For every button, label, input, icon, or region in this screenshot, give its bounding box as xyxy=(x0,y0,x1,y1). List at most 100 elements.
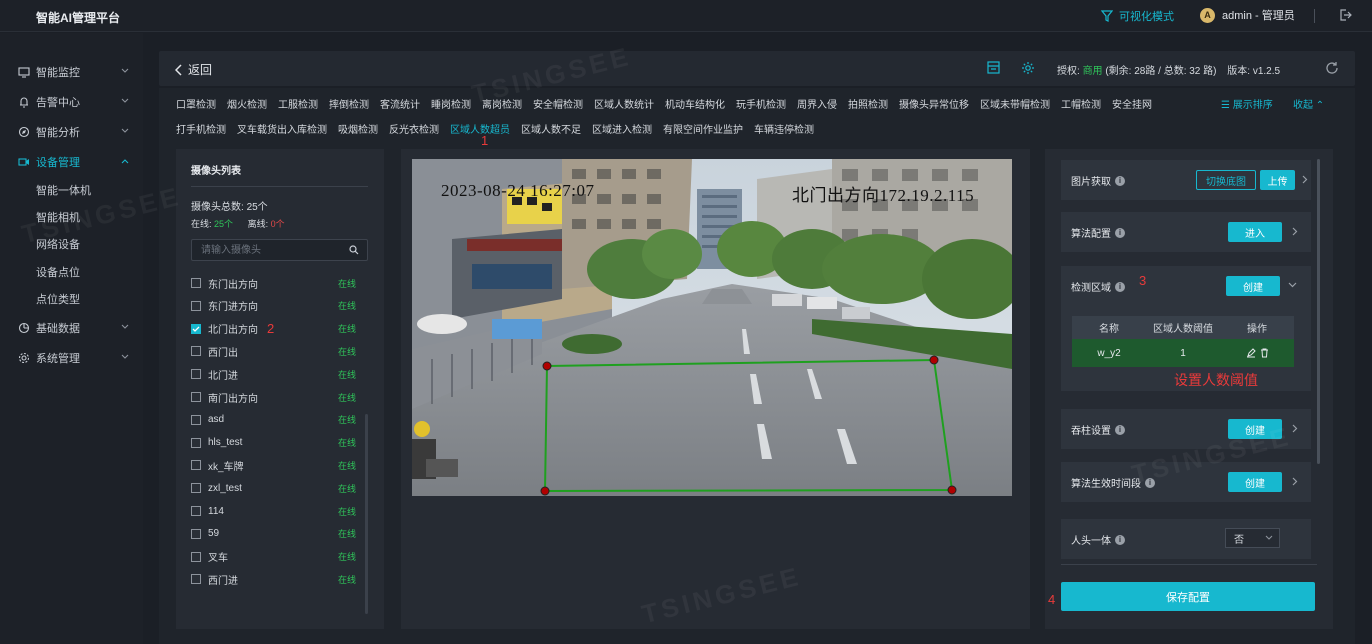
camera-checkbox[interactable] xyxy=(191,369,201,380)
info-icon[interactable]: i xyxy=(1115,424,1125,435)
refresh-icon[interactable] xyxy=(1325,61,1339,78)
info-icon[interactable]: i xyxy=(1115,227,1125,238)
camera-checkbox[interactable] xyxy=(191,528,201,539)
algorithm-tab[interactable]: 客流统计 xyxy=(380,96,420,112)
algorithm-tab[interactable]: 有限空间作业监护 xyxy=(663,121,743,137)
algorithm-tab[interactable]: 区域未带帽检测 xyxy=(980,96,1050,112)
sidebar-subitem-device-point[interactable]: 设备点位 xyxy=(36,261,80,283)
create-area-button[interactable]: 创建 xyxy=(1226,276,1280,296)
camera-list-item[interactable]: 东门进方向 在线 xyxy=(191,298,356,314)
camera-checkbox[interactable] xyxy=(191,323,201,334)
algorithm-tab[interactable]: 叉车载货出入库检测 xyxy=(237,121,327,137)
create-pillar-button[interactable]: 创建 xyxy=(1228,419,1282,439)
info-icon[interactable]: i xyxy=(1115,534,1125,545)
algorithm-tab[interactable]: 车辆违停检测 xyxy=(754,121,814,137)
algorithm-tab[interactable]: 安全挂网 xyxy=(1112,96,1152,112)
camera-checkbox[interactable] xyxy=(191,551,201,562)
algorithm-tab[interactable]: 口罩检测 xyxy=(176,96,216,112)
chevron-right-icon[interactable] xyxy=(1302,175,1308,184)
camera-list-item[interactable]: hls_test 在线 xyxy=(191,435,356,451)
algorithm-tab[interactable]: 打手机检测 xyxy=(176,121,226,137)
camera-checkbox[interactable] xyxy=(191,278,201,288)
algorithm-tab[interactable]: 区域进入检测 xyxy=(592,121,652,137)
camera-list-item[interactable]: zxl_test 在线 xyxy=(191,480,356,496)
camera-list-item[interactable]: 59 在线 xyxy=(191,526,356,542)
algorithm-tab[interactable]: 安全帽检测 xyxy=(533,96,583,112)
algorithm-tab[interactable]: 离岗检测 xyxy=(482,96,522,112)
camera-list-item[interactable]: xk_车牌 在线 xyxy=(191,457,356,473)
chevron-right-icon[interactable] xyxy=(1292,424,1298,433)
upload-button[interactable]: 上传 xyxy=(1260,170,1295,190)
algorithm-tab[interactable]: 烟火检测 xyxy=(227,96,267,112)
algorithm-tab[interactable]: 吸烟检测 xyxy=(338,121,378,137)
algorithm-tab[interactable]: 反光衣检测 xyxy=(389,121,439,137)
sidebar-item-smart-analysis[interactable]: 智能分析 xyxy=(0,119,143,145)
camera-checkbox[interactable] xyxy=(191,300,201,311)
algorithm-tab[interactable]: 摄像头异常位移 xyxy=(899,96,969,112)
camera-list-item[interactable]: asd 在线 xyxy=(191,412,356,428)
camera-list-item[interactable]: 北门进 在线 xyxy=(191,366,356,382)
head-body-select[interactable]: 否 xyxy=(1225,528,1280,548)
logout-icon[interactable] xyxy=(1338,8,1352,25)
camera-checkbox[interactable] xyxy=(191,483,201,494)
sidebar-item-alarm-center[interactable]: 告警中心 xyxy=(0,89,143,115)
enter-button[interactable]: 进入 xyxy=(1228,222,1282,242)
camera-checkbox[interactable] xyxy=(191,414,201,425)
settings-icon[interactable] xyxy=(1021,61,1035,78)
sidebar-subitem-ai-box[interactable]: 智能一体机 xyxy=(36,179,91,201)
algorithm-tab[interactable]: 区域人数统计 xyxy=(594,96,654,112)
camera-video-frame[interactable]: 2023-08-24 16:27:07 北门出方向172.19.2.115 xyxy=(412,159,1012,496)
save-config-button[interactable]: 保存配置 xyxy=(1061,582,1315,611)
algorithm-tab[interactable]: 摔倒检测 xyxy=(329,96,369,112)
algorithm-tab[interactable]: 玩手机检测 xyxy=(736,96,786,112)
camera-list-item[interactable]: 西门进 在线 xyxy=(191,571,356,587)
algorithm-tab[interactable]: 周界入侵 xyxy=(797,96,837,112)
camera-checkbox[interactable] xyxy=(191,437,201,448)
info-icon[interactable]: i xyxy=(1115,281,1125,292)
algorithm-tab[interactable]: 拍照检测 xyxy=(848,96,888,112)
chevron-right-icon[interactable] xyxy=(1292,477,1298,486)
algorithm-tab-selected[interactable]: 区域人数超员 xyxy=(450,121,510,137)
show-sort-link[interactable]: ☰ 展示排序 xyxy=(1221,96,1273,111)
table-row[interactable]: w_y2 1 xyxy=(1072,339,1294,367)
camera-checkbox[interactable] xyxy=(191,460,201,471)
camera-checkbox[interactable] xyxy=(191,346,201,357)
algorithm-tab[interactable]: 工服检测 xyxy=(278,96,318,112)
sidebar-subitem-point-type[interactable]: 点位类型 xyxy=(36,288,80,310)
visualization-mode-link[interactable]: 可视化模式 xyxy=(1101,8,1174,24)
info-icon[interactable]: i xyxy=(1145,477,1155,488)
sidebar-subitem-smart-camera[interactable]: 智能相机 xyxy=(36,206,80,228)
create-time-period-button[interactable]: 创建 xyxy=(1228,472,1282,492)
algorithm-tab[interactable]: 工帽检测 xyxy=(1061,96,1101,112)
info-icon[interactable]: i xyxy=(1115,175,1125,186)
camera-list-scrollbar[interactable] xyxy=(365,414,368,614)
sidebar-subitem-network-device[interactable]: 网络设备 xyxy=(36,233,80,255)
layout-icon[interactable] xyxy=(987,61,1000,77)
camera-list-item[interactable]: 南门出方向 在线 xyxy=(191,389,356,405)
camera-list-item[interactable]: 114 在线 xyxy=(191,503,356,519)
camera-list-item[interactable]: 西门出 在线 xyxy=(191,343,356,359)
back-button[interactable]: 返回 xyxy=(175,61,212,78)
camera-list-item[interactable]: 叉车 在线 xyxy=(191,549,356,565)
camera-list-item[interactable]: 东门出方向 在线 xyxy=(191,275,356,291)
camera-checkbox[interactable] xyxy=(191,392,201,402)
user-menu[interactable]: A admin - 管理员 xyxy=(1200,7,1295,23)
chevron-right-icon[interactable] xyxy=(1292,227,1298,236)
sidebar-item-base-data[interactable]: 基础数据 xyxy=(0,315,143,341)
camera-checkbox[interactable] xyxy=(191,506,201,516)
edit-icon[interactable] xyxy=(1246,348,1256,358)
sidebar-item-smart-monitor[interactable]: 智能监控 xyxy=(0,59,143,85)
collapse-link[interactable]: 收起 ⌃ xyxy=(1293,96,1324,111)
sidebar-item-system-management[interactable]: 系统管理 xyxy=(0,345,143,371)
algorithm-tab[interactable]: 机动车结构化 xyxy=(665,96,725,112)
algorithm-tab[interactable]: 区域人数不足 xyxy=(521,121,581,137)
search-icon[interactable] xyxy=(349,245,359,255)
sidebar-item-device-management[interactable]: 设备管理 xyxy=(0,149,143,175)
chevron-down-icon[interactable] xyxy=(1288,282,1297,288)
camera-checkbox[interactable] xyxy=(191,574,201,585)
config-scrollbar[interactable] xyxy=(1317,159,1320,464)
algorithm-tab[interactable]: 睡岗检测 xyxy=(431,96,471,112)
camera-search-input[interactable] xyxy=(192,240,342,260)
switch-base-image-button[interactable]: 切换底图 xyxy=(1196,170,1256,190)
trash-icon[interactable] xyxy=(1260,348,1269,358)
